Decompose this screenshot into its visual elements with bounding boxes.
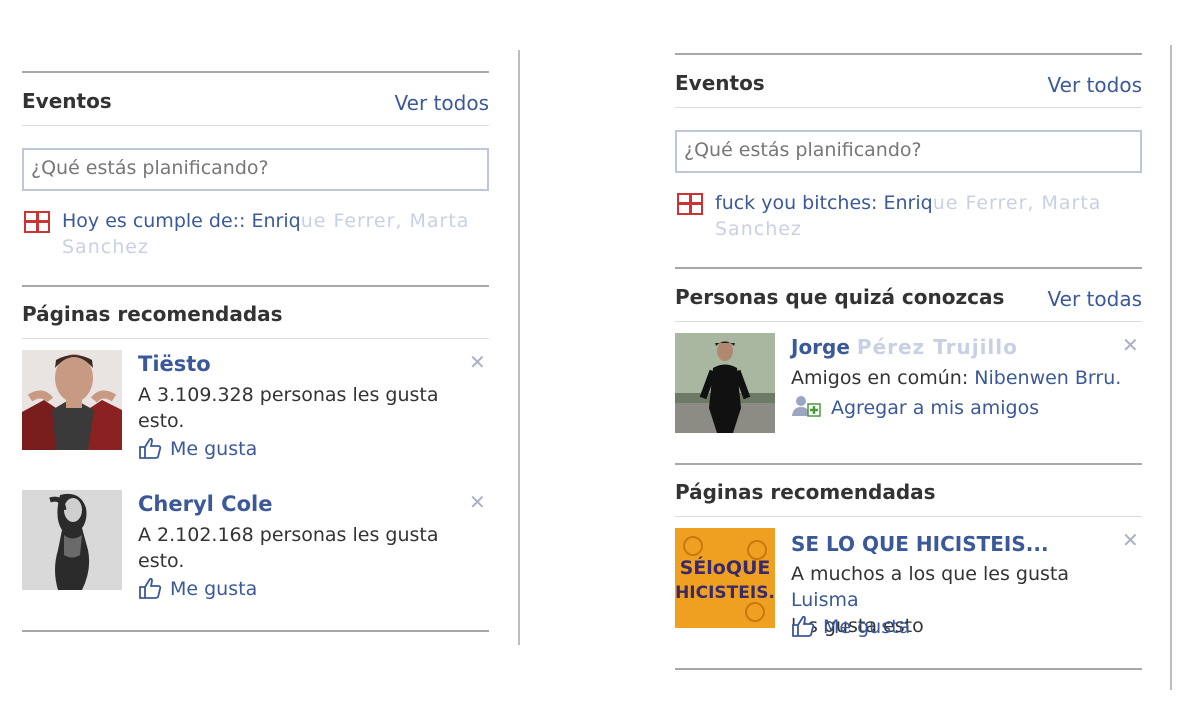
birthday-names-blurred: ue Ferrer, Marta [300,210,470,232]
close-icon[interactable]: ✕ [1122,333,1139,357]
like-button[interactable]: Me gusta [791,615,910,638]
events-title: Eventos [22,89,112,113]
event-text: fuck you bitches: Enriq [715,192,933,214]
divider [22,630,489,632]
mutual-friends-label: Amigos en común: [791,367,969,389]
thumbs-up-icon [139,437,162,459]
like-label: Me gusta [170,438,258,460]
close-icon[interactable]: ✕ [469,350,486,374]
like-button[interactable]: Me gusta [138,437,257,460]
events-title: Eventos [675,71,765,95]
people-see-all-link[interactable]: Ver todas [1048,287,1142,311]
page-logo-text-1: SÉloQUE [680,556,771,579]
people-you-may-know-title: Personas que quizá conozcas [675,285,1005,309]
divider [22,71,489,73]
birthday-text: Hoy es cumple de:: Enriq [62,210,301,232]
mutual-friends: Amigos en común: Nibenwen Brru. [791,365,1141,391]
friend-link[interactable]: Luisma [791,589,859,611]
recommended-pages-title: Páginas recomendadas [675,480,936,504]
event-reminder[interactable]: fuck you bitches: Enrique Ferrer, Marta … [715,190,1145,242]
add-friend-icon [792,396,821,417]
divider [675,516,1142,517]
person-name-blurred: Pérez Trujillo [856,335,1018,359]
events-see-all-link[interactable]: Ver todos [1048,73,1142,97]
recommended-pages-title: Páginas recomendadas [22,302,283,326]
events-see-all-link[interactable]: Ver todos [395,91,489,115]
add-friend-button[interactable]: Agregar a mis amigos [791,394,1039,419]
column-divider-left [518,50,520,645]
divider [22,338,489,339]
like-label: Me gusta [823,616,911,638]
like-button[interactable]: Me gusta [138,577,257,600]
cheryl-cole-photo[interactable] [22,490,122,590]
like-label: Me gusta [170,578,258,600]
event-names-blurred-line2: Sanchez [715,218,802,240]
close-icon[interactable]: ✕ [1122,528,1139,552]
close-icon[interactable]: ✕ [469,490,486,514]
divider [675,53,1142,55]
event-plan-input[interactable]: ¿Qué estás planificando? [22,148,489,191]
divider [675,463,1142,465]
event-plan-input[interactable]: ¿Qué estás planificando? [675,130,1142,173]
divider [675,668,1142,670]
gift-icon [677,193,703,215]
gift-icon [24,211,50,233]
column-divider-right [1170,45,1172,690]
thumbs-up-icon [792,615,815,637]
divider [22,125,489,126]
person-photo[interactable] [675,333,775,433]
tiesto-photo[interactable] [22,350,122,450]
divider [22,285,489,287]
page-name-link[interactable]: Cheryl Cole [138,492,272,516]
page-likes-prefix: A muchos a los que les gusta [791,563,1069,585]
divider [675,107,1142,108]
page-logo-text-2: HICISTEIS. [675,583,775,603]
birthday-reminder[interactable]: Hoy es cumple de:: Enrique Ferrer, Marta… [62,208,492,260]
person-name-link[interactable]: Jorge Pérez Trujillo [791,335,1018,359]
event-names-blurred: ue Ferrer, Marta [932,192,1102,214]
page-likes-count: A 3.109.328 personas les gusta esto. [138,384,439,432]
page-logo[interactable]: SÉloQUE HICISTEIS. [675,528,775,628]
mutual-friend-link[interactable]: Nibenwen Brru. [974,367,1121,389]
add-friend-label: Agregar a mis amigos [831,397,1040,419]
page-name-link[interactable]: SE LO QUE HICISTEIS... [791,532,1049,556]
thumbs-up-icon [139,577,162,599]
page-likes-count: A 2.102.168 personas les gusta esto. [138,524,439,572]
person-name: Jorge [791,335,850,359]
divider [675,267,1142,269]
page-name-link[interactable]: Tiësto [138,352,211,376]
left-sidebar: Eventos Ver todos ¿Qué estás planificand… [22,0,489,717]
divider [675,321,1142,322]
right-sidebar: Eventos Ver todos ¿Qué estás planificand… [675,0,1142,717]
birthday-names-blurred-line2: Sanchez [62,236,149,258]
